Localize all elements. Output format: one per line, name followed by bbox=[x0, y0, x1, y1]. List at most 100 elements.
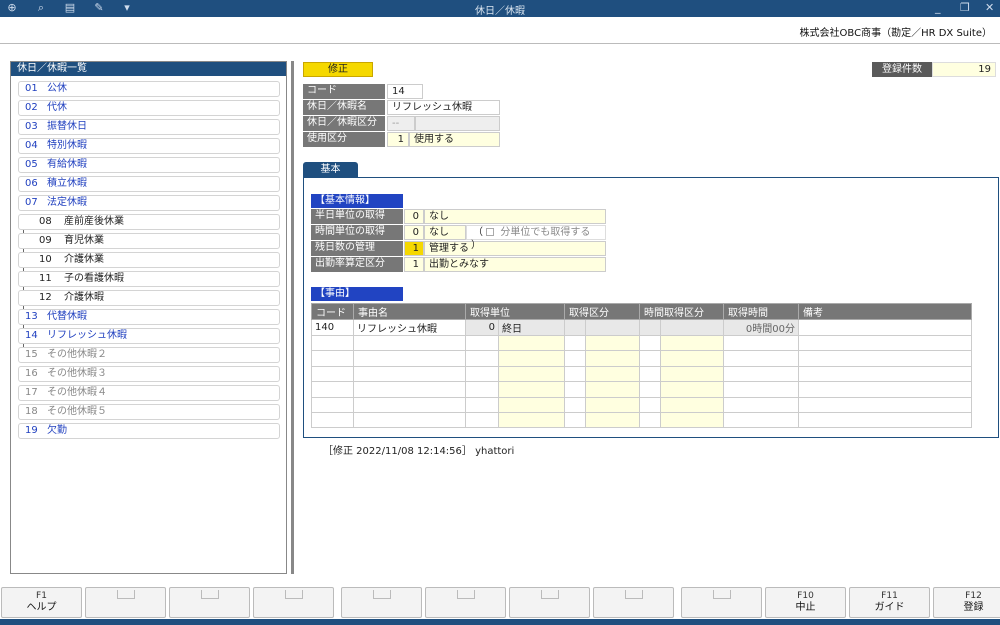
table-cell[interactable] bbox=[498, 334, 565, 352]
list-item-13[interactable]: 13 代替休暇 bbox=[18, 309, 280, 325]
splitter[interactable] bbox=[291, 61, 294, 574]
table-cell[interactable] bbox=[311, 396, 354, 413]
list-item-16[interactable]: 16 その他休暇３ bbox=[18, 366, 280, 382]
fkey-f11[interactable]: F11 ガイド bbox=[849, 587, 930, 618]
table-row[interactable]: 140 リフレッシュ休暇 0 終日 0時間00分 bbox=[311, 319, 972, 336]
list-item-17[interactable]: 17 その他休暇４ bbox=[18, 385, 280, 401]
table-row[interactable] bbox=[311, 396, 972, 413]
table-row[interactable] bbox=[311, 350, 972, 367]
table-cell[interactable] bbox=[564, 319, 586, 336]
code-field[interactable]: 14 bbox=[387, 84, 423, 99]
table-cell[interactable] bbox=[723, 411, 799, 429]
list-item-09[interactable]: 09 育児休業 bbox=[18, 233, 280, 249]
list-item-07[interactable]: 07 法定休暇 bbox=[18, 195, 280, 211]
table-cell[interactable] bbox=[798, 350, 972, 367]
table-row[interactable] bbox=[311, 411, 972, 429]
list-item-03[interactable]: 03 振替休日 bbox=[18, 119, 280, 135]
table-cell[interactable] bbox=[723, 365, 799, 383]
restore-icon[interactable]: ❐ bbox=[960, 1, 970, 14]
table-cell[interactable] bbox=[585, 365, 640, 383]
table-cell[interactable] bbox=[660, 350, 724, 367]
table-cell[interactable] bbox=[639, 411, 661, 429]
table-cell[interactable] bbox=[353, 411, 466, 429]
table-cell[interactable] bbox=[660, 365, 724, 383]
basic-row-num[interactable]: 0 bbox=[404, 225, 424, 240]
table-cell[interactable] bbox=[639, 334, 661, 352]
table-cell[interactable] bbox=[639, 396, 661, 413]
fkey-blank[interactable] bbox=[253, 587, 334, 618]
table-cell[interactable] bbox=[353, 365, 466, 383]
table-cell[interactable] bbox=[798, 411, 972, 429]
minimize-icon[interactable]: _ bbox=[935, 1, 941, 14]
table-cell[interactable] bbox=[798, 319, 972, 336]
list-item-10[interactable]: 10 介護休業 bbox=[18, 252, 280, 268]
table-cell[interactable] bbox=[639, 350, 661, 367]
table-cell[interactable] bbox=[353, 396, 466, 413]
table-cell[interactable] bbox=[498, 365, 565, 383]
table-cell[interactable] bbox=[564, 381, 586, 398]
list-item-01[interactable]: 01 公休 bbox=[18, 81, 280, 97]
fkey-f10[interactable]: F10 中止 bbox=[765, 587, 846, 618]
table-cell[interactable] bbox=[311, 365, 354, 383]
basic-row-num[interactable]: 1 bbox=[404, 257, 424, 272]
list-item-19[interactable]: 19 欠勤 bbox=[18, 423, 280, 439]
table-cell[interactable] bbox=[465, 411, 499, 429]
use-num[interactable]: 1 bbox=[387, 132, 409, 147]
fkey-blank[interactable] bbox=[509, 587, 590, 618]
basic-row-num[interactable]: 0 bbox=[404, 209, 424, 224]
table-cell[interactable] bbox=[498, 350, 565, 367]
list-item-11[interactable]: 11 子の看護休暇 bbox=[18, 271, 280, 287]
table-cell[interactable] bbox=[564, 411, 586, 429]
list-item-06[interactable]: 06 積立休暇 bbox=[18, 176, 280, 192]
table-cell[interactable] bbox=[639, 381, 661, 398]
table-cell[interactable] bbox=[585, 334, 640, 352]
list-item-02[interactable]: 02 代休 bbox=[18, 100, 280, 116]
table-cell[interactable] bbox=[311, 350, 354, 367]
name-field[interactable]: リフレッシュ休暇 bbox=[387, 100, 500, 115]
close-icon[interactable]: ✕ bbox=[985, 1, 994, 14]
table-cell[interactable] bbox=[585, 319, 640, 336]
table-cell[interactable] bbox=[798, 334, 972, 352]
list-item-08[interactable]: 08 産前産後休業 bbox=[18, 214, 280, 230]
table-row[interactable] bbox=[311, 381, 972, 398]
table-cell[interactable]: リフレッシュ休暇 bbox=[353, 319, 466, 336]
fkey-blank[interactable] bbox=[425, 587, 506, 618]
table-cell[interactable] bbox=[564, 334, 586, 352]
tab-basic[interactable]: 基本 bbox=[303, 162, 358, 178]
basic-row-num[interactable]: 1 bbox=[404, 241, 424, 256]
table-cell[interactable] bbox=[498, 381, 565, 398]
fkey-blank[interactable] bbox=[681, 587, 762, 618]
table-cell[interactable] bbox=[465, 381, 499, 398]
table-cell[interactable] bbox=[585, 350, 640, 367]
table-cell[interactable] bbox=[465, 350, 499, 367]
table-cell[interactable] bbox=[585, 411, 640, 429]
list-item-18[interactable]: 18 その他休暇５ bbox=[18, 404, 280, 420]
table-cell[interactable] bbox=[723, 350, 799, 367]
fkey-blank[interactable] bbox=[85, 587, 166, 618]
list-item-12[interactable]: 12 介護休暇 bbox=[18, 290, 280, 306]
table-row[interactable] bbox=[311, 334, 972, 352]
list-item-04[interactable]: 04 特別休暇 bbox=[18, 138, 280, 154]
table-cell[interactable] bbox=[585, 396, 640, 413]
table-row[interactable] bbox=[311, 365, 972, 383]
table-cell[interactable] bbox=[660, 319, 724, 336]
table-cell[interactable] bbox=[660, 381, 724, 398]
table-cell[interactable] bbox=[465, 365, 499, 383]
table-cell[interactable] bbox=[311, 411, 354, 429]
table-cell[interactable] bbox=[723, 396, 799, 413]
table-cell[interactable] bbox=[311, 334, 354, 352]
list-item-05[interactable]: 05 有給休暇 bbox=[18, 157, 280, 173]
table-cell[interactable] bbox=[353, 334, 466, 352]
table-cell[interactable] bbox=[465, 396, 499, 413]
fkey-blank[interactable] bbox=[593, 587, 674, 618]
list-item-15[interactable]: 15 その他休暇２ bbox=[18, 347, 280, 363]
table-cell[interactable] bbox=[498, 411, 565, 429]
table-cell[interactable] bbox=[660, 411, 724, 429]
table-cell[interactable]: 終日 bbox=[498, 319, 565, 336]
table-cell[interactable] bbox=[585, 381, 640, 398]
fkey-blank[interactable] bbox=[341, 587, 422, 618]
fkey-f12[interactable]: F12 登録 bbox=[933, 587, 1000, 618]
table-cell[interactable] bbox=[660, 334, 724, 352]
table-cell[interactable] bbox=[353, 350, 466, 367]
table-cell[interactable] bbox=[564, 396, 586, 413]
